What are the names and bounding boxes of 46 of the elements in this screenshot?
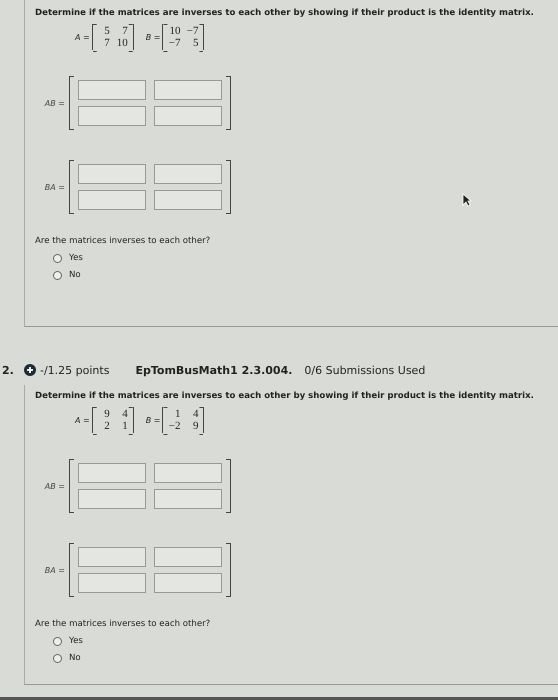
radio-button[interactable] bbox=[53, 654, 62, 662]
matrix: 1 4 −2 9 bbox=[162, 407, 204, 433]
radio-button[interactable] bbox=[53, 636, 62, 646]
answer-box[interactable] bbox=[154, 106, 222, 126]
answer-box[interactable] bbox=[78, 489, 146, 509]
option-label: No bbox=[69, 270, 81, 280]
points-label: -/1.25 points bbox=[40, 364, 110, 376]
product-label: AB = bbox=[44, 482, 65, 490]
answer-box[interactable] bbox=[154, 190, 222, 210]
product-label: BA = bbox=[44, 566, 65, 574]
option-label: Yes bbox=[69, 636, 83, 646]
answer-box[interactable] bbox=[154, 164, 222, 184]
matrix-name: B = bbox=[146, 32, 160, 42]
plus-icon[interactable] bbox=[24, 364, 36, 376]
problem-code: EpTomBusMath1 2.3.004. bbox=[135, 364, 292, 376]
matrix-name: B = bbox=[146, 416, 160, 424]
radio-button[interactable] bbox=[53, 270, 62, 280]
answer-box[interactable] bbox=[154, 489, 222, 509]
answer-box[interactable] bbox=[78, 190, 146, 210]
matrix: 5 7 7 10 bbox=[92, 24, 134, 50]
answer-box[interactable] bbox=[78, 164, 146, 184]
question-text: Are the matrices inverses to each other? bbox=[35, 236, 212, 246]
submissions-count: 0/6 Submissions Used bbox=[304, 364, 426, 376]
answer-box[interactable] bbox=[154, 573, 222, 593]
mouse-pointer-icon bbox=[462, 193, 472, 207]
answer-box[interactable] bbox=[78, 547, 146, 567]
answer-box[interactable] bbox=[78, 106, 146, 126]
answer-box[interactable] bbox=[78, 573, 146, 593]
matrix-name: A = bbox=[75, 416, 90, 424]
question-text: Are the matrices inverses to each other? bbox=[35, 619, 212, 629]
matrix: 9 4 2 1 bbox=[92, 407, 134, 433]
option-label: Yes bbox=[69, 253, 83, 263]
matrix-name: A = bbox=[75, 32, 90, 42]
option-label: No bbox=[69, 653, 81, 663]
product-label: AB = bbox=[44, 98, 65, 108]
answer-box[interactable] bbox=[78, 463, 146, 483]
product-label: BA = bbox=[44, 182, 65, 192]
question-prompt: Determine if the matrices are inverses to each other by showing if their product is the identity matrix. bbox=[35, 8, 535, 18]
radio-button[interactable] bbox=[53, 254, 62, 262]
question-number: 2. bbox=[2, 364, 15, 376]
answer-box[interactable] bbox=[78, 80, 146, 100]
matrix: 10 −7 −7 5 bbox=[162, 24, 204, 50]
answer-box[interactable] bbox=[154, 463, 222, 483]
answer-box[interactable] bbox=[154, 80, 222, 100]
question-prompt: Determine if the matrices are inverses to each other by showing if their product is the identity matrix. bbox=[35, 391, 535, 401]
answer-box[interactable] bbox=[154, 547, 222, 567]
